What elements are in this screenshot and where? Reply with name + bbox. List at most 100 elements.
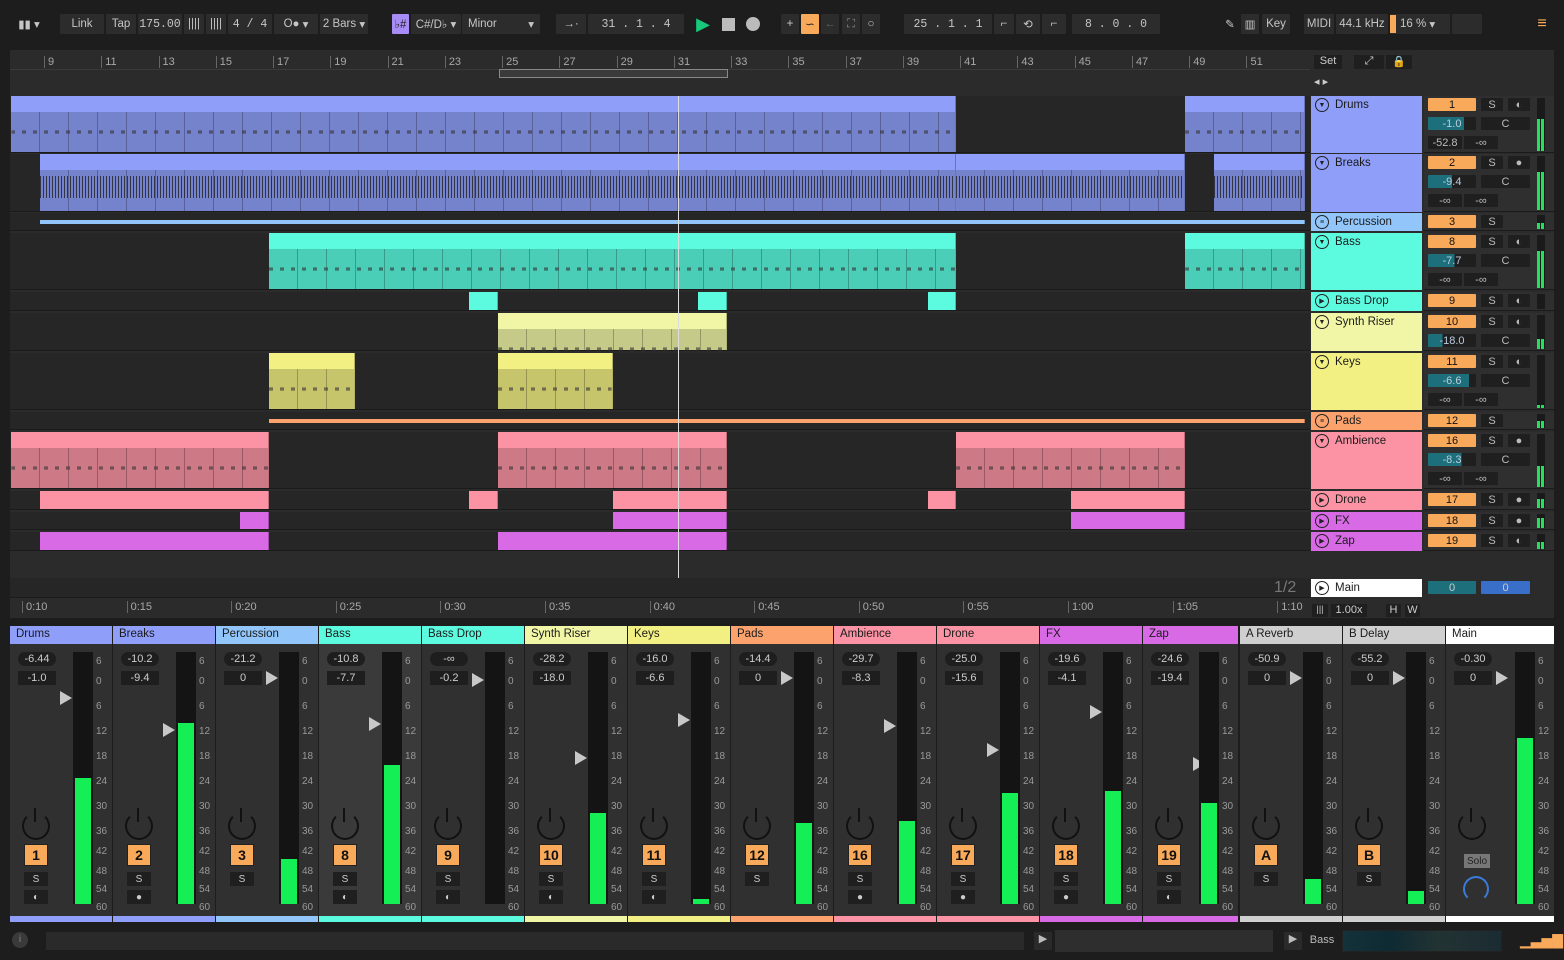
track-activator[interactable]: 19	[1428, 534, 1476, 547]
clip[interactable]	[11, 96, 957, 152]
volume-field[interactable]: -1.0	[18, 671, 56, 685]
solo-button[interactable]: S	[1481, 414, 1503, 427]
volume-fader[interactable]	[163, 723, 175, 737]
arm-button[interactable]: ◐	[1508, 315, 1530, 328]
pan-field[interactable]: C	[1481, 117, 1530, 130]
clip[interactable]	[40, 532, 270, 550]
volume-field[interactable]: -18.0	[1428, 334, 1476, 347]
track-activator[interactable]: 3	[1428, 215, 1476, 228]
play-icon[interactable]: ▶	[1315, 534, 1329, 548]
beat-time-ruler[interactable]: 9 11 13 15 17 19 21 23 25 27 29 31 33 35 37 39 41 43 45 47 4…	[10, 52, 1310, 70]
arm-button[interactable]: ◐	[642, 890, 666, 904]
track-activator[interactable]: 10	[1428, 315, 1476, 328]
solo-button[interactable]: S	[1481, 315, 1503, 328]
strip-title[interactable]: Bass Drop	[422, 626, 524, 644]
fold-icon[interactable]: ▼	[1315, 98, 1329, 112]
pan-knob[interactable]	[1458, 808, 1486, 840]
clip[interactable]	[269, 419, 1306, 423]
play-icon[interactable]: ▶	[1315, 493, 1329, 507]
clip[interactable]	[469, 491, 499, 509]
midi-map-button[interactable]: MIDI	[1304, 14, 1334, 34]
volume-field[interactable]: -9.4	[1428, 175, 1476, 188]
strip-title[interactable]: Bass	[319, 626, 421, 644]
main-volume[interactable]: 0	[1428, 581, 1476, 594]
punch-in-icon[interactable]: ⌐	[994, 14, 1014, 34]
solo-cue-button[interactable]: Solo	[1464, 854, 1490, 868]
send-a-field[interactable]: -∞	[1428, 194, 1462, 207]
track-activator[interactable]: 16	[848, 844, 872, 866]
play-icon[interactable]: ▶	[1315, 514, 1329, 528]
play-button[interactable]: ▶	[692, 14, 714, 34]
link-button[interactable]: Link	[60, 14, 104, 34]
peak-level[interactable]: -14.4	[739, 652, 777, 666]
clip[interactable]	[498, 532, 728, 550]
send-b-field[interactable]: -∞	[1464, 194, 1498, 207]
track-header-keys[interactable]: ▼ Keys	[1311, 353, 1422, 410]
volume-field[interactable]: 0	[1454, 671, 1492, 685]
nudge-down-icon[interactable]: ||||	[184, 14, 204, 34]
send-b-field[interactable]: -∞	[1464, 393, 1498, 406]
arm-button[interactable]: ◐	[1508, 98, 1530, 111]
track-activator[interactable]: 19	[1157, 844, 1181, 866]
volume-fader[interactable]	[1090, 705, 1102, 719]
volume-field[interactable]: -6.6	[636, 671, 674, 685]
pan-field[interactable]: C	[1481, 175, 1530, 188]
clip[interactable]	[1185, 233, 1306, 289]
clip[interactable]	[1070, 512, 1186, 529]
play-icon[interactable]: ▶	[1315, 294, 1329, 308]
strip-title[interactable]: B Delay	[1343, 626, 1445, 644]
volume-field[interactable]: -1.0	[1428, 117, 1476, 130]
volume-fader[interactable]	[884, 719, 896, 733]
cue-volume[interactable]: 0	[1481, 581, 1530, 594]
track-header-bass[interactable]: ▼ Bass	[1311, 233, 1422, 290]
tempo-field[interactable]: 175.00	[138, 14, 182, 34]
track-header-drone[interactable]: ▶ Drone	[1311, 491, 1422, 510]
solo-button[interactable]: S	[1481, 294, 1503, 307]
fold-icon[interactable]: ▼	[1315, 355, 1329, 369]
strip-title[interactable]: Keys	[628, 626, 730, 644]
solo-button[interactable]: S	[1481, 355, 1503, 368]
strip-title[interactable]: Drone	[937, 626, 1039, 644]
arm-button[interactable]: ●	[1508, 514, 1530, 527]
arm-button[interactable]: ●	[1508, 434, 1530, 447]
clip[interactable]	[240, 512, 270, 529]
volume-field[interactable]: -19.4	[1151, 671, 1189, 685]
arm-button[interactable]: ◐	[1508, 534, 1530, 547]
arm-button[interactable]: ●	[127, 890, 151, 904]
send-b-field[interactable]: -∞	[1464, 273, 1498, 286]
track-activator[interactable]: 18	[1054, 844, 1078, 866]
arm-button[interactable]: ●	[1508, 493, 1530, 506]
track-activator[interactable]: 3	[230, 844, 254, 866]
solo-button[interactable]: S	[230, 872, 254, 886]
solo-button[interactable]: S	[1254, 872, 1278, 886]
volume-fader[interactable]	[472, 673, 484, 687]
tap-button[interactable]: Tap	[106, 14, 136, 34]
device-preview-play-icon[interactable]: ▶	[1284, 932, 1302, 950]
track-activator[interactable]: 10	[539, 844, 563, 866]
fold-icon[interactable]: ▼	[1315, 434, 1329, 448]
strip-title[interactable]: Zap	[1143, 626, 1238, 644]
scale-select[interactable]: Minor ▾	[462, 14, 540, 34]
arm-button[interactable]: ●	[1508, 156, 1530, 169]
track-activator[interactable]: 17	[951, 844, 975, 866]
peak-level[interactable]: -∞	[430, 652, 468, 666]
volume-field[interactable]: -7.7	[1428, 254, 1476, 267]
solo-button[interactable]: S	[1481, 235, 1503, 248]
key-select[interactable]: C#/D♭ ▾	[411, 14, 461, 34]
track-header-pads[interactable]: ≡ Pads	[1311, 412, 1422, 430]
volume-field[interactable]: -4.1	[1048, 671, 1086, 685]
volume-field[interactable]: -8.3	[1428, 453, 1476, 466]
clip[interactable]	[469, 292, 499, 310]
volume-fader[interactable]	[1290, 671, 1302, 685]
peak-level[interactable]: -29.7	[842, 652, 880, 666]
clip[interactable]	[612, 491, 728, 509]
time-signature[interactable]: 4 / 4	[228, 14, 272, 34]
track-header-ambience[interactable]: ▼ Ambience	[1311, 432, 1422, 489]
volume-fader[interactable]	[369, 717, 381, 731]
follow-icon[interactable]: →·	[556, 14, 586, 34]
pan-knob[interactable]	[640, 808, 668, 840]
track-activator[interactable]: 12	[745, 844, 769, 866]
fold-icon[interactable]: ▼	[1315, 315, 1329, 329]
loop-length-field[interactable]: 8 . 0 . 0	[1072, 14, 1160, 34]
strip-title[interactable]: Ambience	[834, 626, 936, 644]
